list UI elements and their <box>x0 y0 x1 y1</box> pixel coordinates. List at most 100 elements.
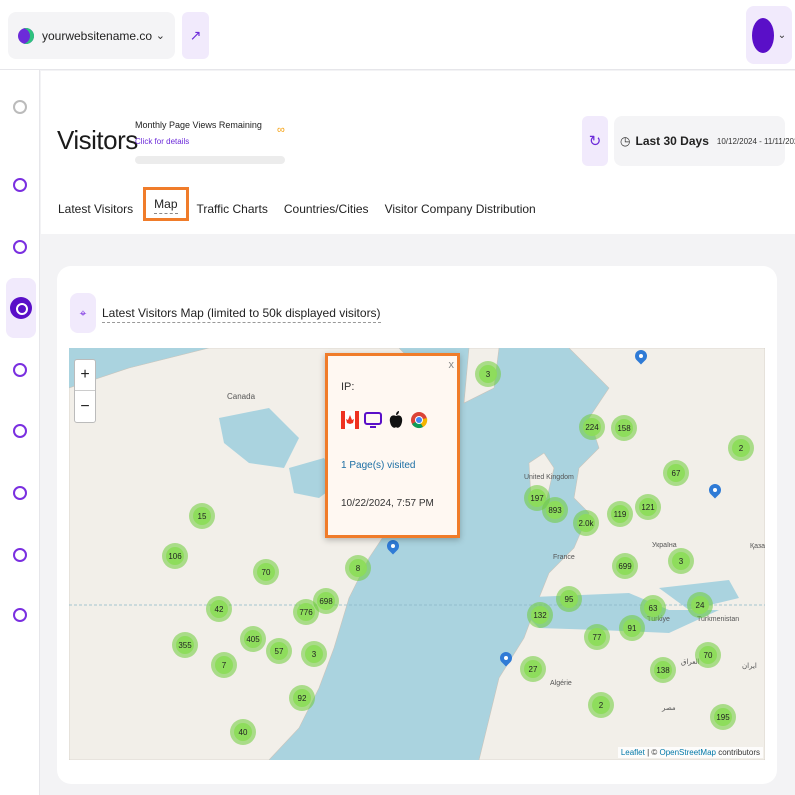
sidebar-item-location[interactable] <box>8 590 32 640</box>
popup-visits-link[interactable]: 1 Page(s) visited <box>341 460 415 471</box>
map-cluster[interactable]: 405 <box>240 626 266 652</box>
zoom-in-button[interactable]: + <box>75 360 95 391</box>
sidebar-item-chat[interactable] <box>8 406 32 456</box>
user-menu-button[interactable]: ⌄ <box>746 6 792 64</box>
card-title: Latest Visitors Map (limited to 50k disp… <box>102 306 381 323</box>
map-cluster[interactable]: 2.0k <box>573 510 599 536</box>
map-cluster[interactable]: 63 <box>640 595 666 621</box>
tab-bar: Latest Visitors Map Traffic Charts Count… <box>58 187 552 229</box>
sidebar-item-scan[interactable] <box>8 345 32 395</box>
map-cluster[interactable]: 699 <box>612 553 638 579</box>
clock-icon: ◷ <box>620 134 631 148</box>
map-label: Україна <box>652 542 677 549</box>
map-cluster[interactable]: 132 <box>527 602 553 628</box>
map-marker[interactable] <box>635 350 647 368</box>
map-cluster[interactable]: 15 <box>189 503 215 529</box>
map-cluster[interactable]: 3 <box>301 641 327 667</box>
map-cluster[interactable]: 2 <box>588 692 614 718</box>
chrome-icon <box>410 409 428 431</box>
shield-icon <box>13 486 27 500</box>
sidebar-item-shop[interactable] <box>8 222 32 272</box>
website-selector[interactable]: yourwebsitename.co ⌄ <box>8 12 175 59</box>
map-cluster[interactable]: 57 <box>266 638 292 664</box>
date-range-dates: 10/12/2024 - 11/11/2024 <box>716 136 795 146</box>
external-link-button[interactable]: ↗ <box>182 12 209 59</box>
leaflet-link[interactable]: Leaflet <box>621 748 645 757</box>
zoom-control: + − <box>74 359 96 423</box>
refresh-button[interactable]: ↻ <box>582 116 608 166</box>
map-cluster[interactable]: 42 <box>206 596 232 622</box>
location-icon: ⌖ <box>70 293 96 333</box>
scan-icon <box>13 363 27 377</box>
map-label: Қаза <box>750 543 765 550</box>
date-range-picker[interactable]: ◷ Last 30 Days 10/12/2024 - 11/11/2024 ⌄ <box>614 116 795 166</box>
map-label: United Kingdom <box>524 474 574 481</box>
map-cluster[interactable]: 77 <box>584 624 610 650</box>
map-cluster[interactable]: 91 <box>619 615 645 641</box>
map-marker[interactable] <box>387 540 399 558</box>
map-cluster[interactable]: 106 <box>162 543 188 569</box>
map-cluster[interactable]: 195 <box>710 704 736 730</box>
quota-label: Monthly Page Views Remaining <box>135 120 262 130</box>
map-label: Algérie <box>550 680 572 687</box>
tab-visitor-company-distribution[interactable]: Visitor Company Distribution <box>385 199 536 229</box>
map-cluster[interactable]: 92 <box>289 685 315 711</box>
tab-countries-cities[interactable]: Countries/Cities <box>284 199 369 229</box>
popup-timestamp: 10/22/2024, 7:57 PM <box>341 498 434 509</box>
shop-icon <box>13 240 27 254</box>
map-cluster[interactable]: 224 <box>579 414 605 440</box>
map-marker[interactable] <box>500 652 512 670</box>
map-cluster[interactable]: 70 <box>695 642 721 668</box>
map-label: France <box>553 554 575 561</box>
map-cluster[interactable]: 40 <box>230 719 256 745</box>
tab-map[interactable]: Map <box>143 187 189 221</box>
visitor-popup: x IP: 1 Page(s) visited 10/22/2024, 7:57… <box>325 353 460 538</box>
map-cluster[interactable]: 27 <box>520 656 546 682</box>
openstreetmap-link[interactable]: OpenStreetMap <box>659 748 715 757</box>
map-cluster[interactable]: 8 <box>345 555 371 581</box>
settings-icon <box>13 548 27 562</box>
close-icon[interactable]: x <box>449 359 455 371</box>
map-cluster[interactable]: 70 <box>253 559 279 585</box>
desktop-icon <box>364 409 382 431</box>
map-cluster[interactable]: 95 <box>556 586 582 612</box>
map-cluster[interactable]: 698 <box>313 588 339 614</box>
zoom-out-button[interactable]: − <box>75 391 95 422</box>
map-label: ایران <box>742 663 757 670</box>
date-range-label: Last 30 Days <box>635 134 709 148</box>
map-label: مصر <box>662 705 676 712</box>
map-cluster[interactable]: 119 <box>607 501 633 527</box>
map-label: Canada <box>227 392 256 401</box>
map-cluster[interactable]: 138 <box>650 657 676 683</box>
map-cluster[interactable]: 3 <box>668 548 694 574</box>
quota-value: ∞ <box>277 124 285 136</box>
sidebar <box>0 70 40 795</box>
map-cluster[interactable]: 355 <box>172 632 198 658</box>
page-title: Visitors <box>57 125 138 155</box>
quota-details-link[interactable]: Click for details <box>135 137 189 146</box>
tab-traffic-charts[interactable]: Traffic Charts <box>197 199 268 229</box>
map-cluster[interactable]: 121 <box>635 494 661 520</box>
sidebar-item-analytics[interactable] <box>8 160 32 210</box>
map-cluster[interactable]: 67 <box>663 460 689 486</box>
sidebar-item-security[interactable] <box>8 468 32 518</box>
map-marker[interactable] <box>709 484 721 502</box>
map-cluster[interactable]: 893 <box>542 497 568 523</box>
map-cluster[interactable]: 7 <box>211 652 237 678</box>
sidebar-item-settings[interactable] <box>8 530 32 580</box>
map-cluster[interactable]: 158 <box>611 415 637 441</box>
canada-flag-icon <box>341 409 359 431</box>
tab-latest-visitors[interactable]: Latest Visitors <box>58 199 133 229</box>
sidebar-item-visitors[interactable] <box>6 278 36 338</box>
map-cluster[interactable]: 2 <box>728 435 754 461</box>
page-header: Visitors Monthly Page Views Remaining Cl… <box>41 71 795 234</box>
map-cluster[interactable]: 3 <box>475 361 501 387</box>
sidebar-item-home[interactable] <box>8 82 32 132</box>
visitors-icon <box>10 297 32 319</box>
popup-ip-label: IP: <box>341 381 355 393</box>
location-icon <box>13 608 27 622</box>
chevron-down-icon: ⌄ <box>777 29 787 41</box>
map-cluster[interactable]: 24 <box>687 592 713 618</box>
apple-icon <box>387 409 405 431</box>
globe-icon <box>18 27 34 44</box>
